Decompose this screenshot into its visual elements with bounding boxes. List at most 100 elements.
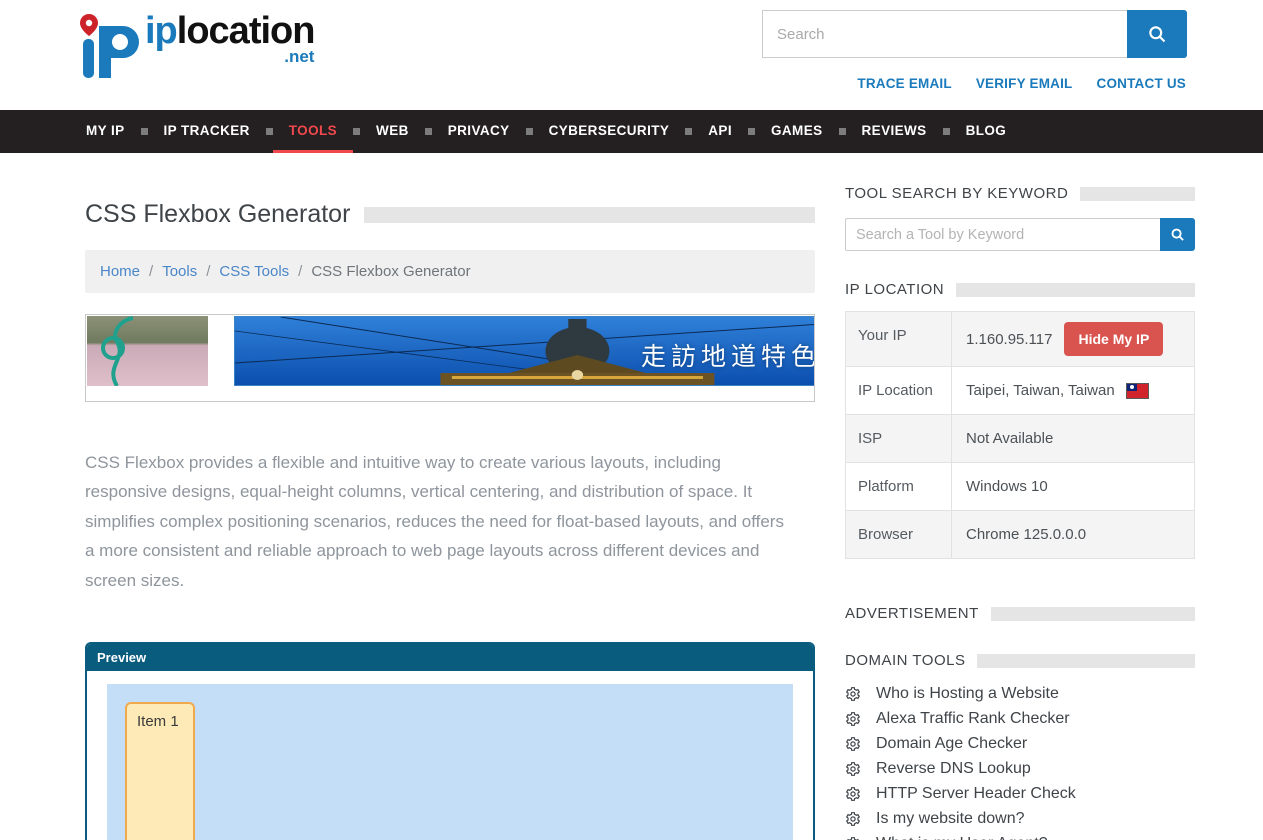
advertisement-heading-label: ADVERTISEMENT	[845, 605, 979, 622]
trace-email-link[interactable]: TRACE EMAIL	[857, 76, 951, 91]
nav-item-blog[interactable]: BLOG	[950, 110, 1023, 153]
main-navigation: MY IP IP TRACKER TOOLS WEB PRIVACY CYBER…	[0, 110, 1263, 153]
list-item[interactable]: Reverse DNS Lookup	[845, 760, 1195, 778]
isp-value: Not Available	[966, 430, 1053, 447]
browser-value: Chrome 125.0.0.0	[966, 526, 1086, 543]
preview-body: Item 1	[87, 671, 813, 840]
list-item[interactable]: Is my website down?	[845, 810, 1195, 828]
breadcrumb-separator: /	[298, 263, 302, 280]
ip-location-table: Your IP 1.160.95.117 Hide My IP IP Locat…	[845, 311, 1195, 559]
domain-tool-link[interactable]: Is my website down?	[876, 810, 1025, 828]
table-row: Your IP 1.160.95.117 Hide My IP	[846, 312, 1194, 367]
title-decoration-bar	[364, 207, 815, 223]
breadcrumb-separator: /	[206, 263, 210, 280]
nav-item-privacy[interactable]: PRIVACY	[432, 110, 526, 153]
hide-my-ip-button[interactable]: Hide My IP	[1064, 322, 1163, 356]
gear-icon	[845, 761, 861, 777]
nav-item-games[interactable]: GAMES	[755, 110, 839, 153]
table-row: ISP Not Available	[846, 415, 1194, 463]
ip-location-heading-label: IP LOCATION	[845, 281, 944, 298]
row-label: IP Location	[846, 367, 952, 414]
nav-separator	[839, 128, 846, 135]
header-links: TRACE EMAIL VERIFY EMAIL CONTACT US	[857, 76, 1186, 91]
breadcrumb-css-tools[interactable]: CSS Tools	[219, 263, 289, 280]
tool-description: CSS Flexbox provides a flexible and intu…	[85, 448, 790, 595]
domain-tool-link[interactable]: HTTP Server Header Check	[876, 785, 1076, 803]
advertisement-heading: ADVERTISEMENT	[845, 605, 1195, 622]
nav-item-tools[interactable]: TOOLS	[273, 110, 353, 153]
nav-item-reviews[interactable]: REVIEWS	[846, 110, 943, 153]
nav-separator	[141, 128, 148, 135]
platform-value: Windows 10	[966, 478, 1048, 495]
nav-item-api[interactable]: API	[692, 110, 748, 153]
gear-icon	[845, 811, 861, 827]
nav-item-cybersecurity[interactable]: CYBERSECURITY	[533, 110, 686, 153]
breadcrumb-separator: /	[149, 263, 153, 280]
preview-panel-title: Preview	[87, 644, 813, 671]
ad-left-image	[87, 316, 208, 386]
tool-search-heading: TOOL SEARCH BY KEYWORD	[845, 185, 1195, 202]
heading-decoration-bar	[991, 607, 1195, 621]
breadcrumb-tools[interactable]: Tools	[162, 263, 197, 280]
flex-preview-item[interactable]: Item 1	[125, 702, 195, 840]
domain-tool-link[interactable]: Alexa Traffic Rank Checker	[876, 710, 1070, 728]
ip-location-value: Taipei, Taiwan, Taiwan	[966, 382, 1115, 399]
gear-icon	[845, 711, 861, 727]
tool-search-form	[845, 218, 1195, 251]
verify-email-link[interactable]: VERIFY EMAIL	[976, 76, 1073, 91]
page-title: CSS Flexbox Generator	[85, 200, 350, 229]
row-label: Browser	[846, 511, 952, 558]
domain-tool-link[interactable]: What is my User Agent?	[876, 835, 1048, 840]
nav-item-ip-tracker[interactable]: IP TRACKER	[148, 110, 266, 153]
breadcrumb-current: CSS Flexbox Generator	[311, 263, 470, 280]
contact-us-link[interactable]: CONTACT US	[1097, 76, 1187, 91]
row-label: Platform	[846, 463, 952, 510]
ad-headline: 走訪地道特色市集	[641, 337, 815, 373]
header-search-input[interactable]	[762, 10, 1127, 58]
nav-item-my-ip[interactable]: MY IP	[70, 110, 141, 153]
table-row: Platform Windows 10	[846, 463, 1194, 511]
list-item[interactable]: Who is Hosting a Website	[845, 685, 1195, 703]
ad-right-image: 走訪地道特色市集 ⓘ ✕	[234, 316, 815, 386]
content-column: CSS Flexbox Generator Home / Tools / CSS…	[85, 153, 815, 840]
row-label: ISP	[846, 415, 952, 462]
logo-ip: ip	[145, 10, 177, 52]
site-header: iplocation .net TRACE EMAIL VERIFY EMAIL…	[0, 0, 1263, 110]
domain-tools-heading-label: DOMAIN TOOLS	[845, 652, 965, 669]
list-item[interactable]: What is my User Agent?	[845, 835, 1195, 840]
list-item[interactable]: Domain Age Checker	[845, 735, 1195, 753]
domain-tool-link[interactable]: Reverse DNS Lookup	[876, 760, 1031, 778]
logo-icon	[75, 12, 139, 80]
header-search-button[interactable]	[1127, 10, 1187, 58]
nav-item-web[interactable]: WEB	[360, 110, 425, 153]
gear-icon	[845, 686, 861, 702]
ad-banner[interactable]: 走訪地道特色市集 ⓘ ✕	[85, 314, 815, 402]
list-item[interactable]: Alexa Traffic Rank Checker	[845, 710, 1195, 728]
ip-location-heading: IP LOCATION	[845, 281, 1195, 298]
nav-separator	[526, 128, 533, 135]
search-icon	[1170, 227, 1185, 242]
gear-icon	[845, 736, 861, 752]
breadcrumb-home[interactable]: Home	[100, 263, 140, 280]
tool-search-button[interactable]	[1160, 218, 1195, 251]
nav-separator	[943, 128, 950, 135]
heading-decoration-bar	[977, 654, 1195, 668]
flex-preview-container: Item 1	[107, 684, 793, 840]
nav-separator	[685, 128, 692, 135]
domain-tools-heading: DOMAIN TOOLS	[845, 652, 1195, 669]
tool-search-input[interactable]	[845, 218, 1160, 251]
domain-tools-list: Who is Hosting a Website Alexa Traffic R…	[845, 685, 1195, 840]
breadcrumb: Home / Tools / CSS Tools / CSS Flexbox G…	[85, 250, 815, 293]
main-content: CSS Flexbox Generator Home / Tools / CSS…	[0, 153, 1263, 840]
gear-icon	[845, 786, 861, 802]
list-item[interactable]: HTTP Server Header Check	[845, 785, 1195, 803]
header-search	[762, 10, 1187, 58]
domain-tool-link[interactable]: Who is Hosting a Website	[876, 685, 1059, 703]
nav-separator	[425, 128, 432, 135]
site-logo[interactable]: iplocation .net	[75, 12, 314, 80]
table-row: IP Location Taipei, Taiwan, Taiwan	[846, 367, 1194, 415]
taiwan-flag-icon	[1127, 384, 1148, 398]
domain-tool-link[interactable]: Domain Age Checker	[876, 735, 1027, 753]
heading-decoration-bar	[956, 283, 1195, 297]
logo-text: iplocation .net	[145, 12, 314, 65]
